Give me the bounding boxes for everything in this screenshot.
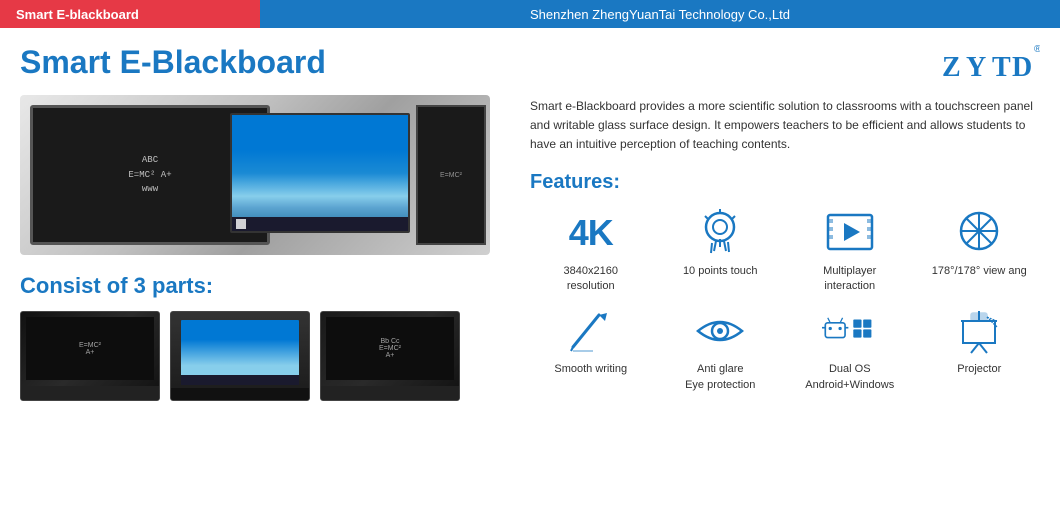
page-title: Smart E-Blackboard xyxy=(20,44,500,81)
feature-4k-label: 3840x2160 resolution xyxy=(564,264,618,295)
feature-view-label: 178°/178° view ang xyxy=(932,264,1027,279)
feature-4k: 4K 3840x2160 resolution xyxy=(530,208,652,295)
feature-multiplayer: Multiplayer interaction xyxy=(789,208,911,295)
icon-4k: 4K xyxy=(563,208,619,258)
feature-projector-label: Projector xyxy=(957,362,1001,377)
view-angle-icon xyxy=(951,208,1007,258)
feature-os-label: Dual OS Android+Windows xyxy=(805,362,894,393)
logo-area: Z Y T D ® xyxy=(530,44,1040,89)
main-content: Smart E-Blackboard ABCE=MC² A+www E=MC² … xyxy=(0,28,1060,530)
writing-icon xyxy=(563,306,619,356)
right-column: Z Y T D ® Smart e-Blackboard provides a … xyxy=(520,44,1040,520)
right-panel-sim: E=MC² xyxy=(416,105,486,245)
part-screen-taskbar xyxy=(181,375,299,385)
logo-svg: Z Y T D ® xyxy=(940,44,1040,84)
part-writing-sim: Bb CcE=MC²A+ xyxy=(326,317,454,380)
consist-title: Consist of 3 parts: xyxy=(20,273,500,299)
feature-projector: Projector xyxy=(919,306,1041,393)
feature-touch-label: 10 points touch xyxy=(683,264,758,279)
part-stand xyxy=(171,388,309,400)
feature-eye-label: Anti glare Eye protection xyxy=(685,362,755,393)
part-blackboard-sim: E=MC²A+ xyxy=(26,317,154,380)
multiplayer-icon xyxy=(822,208,878,258)
logo: Z Y T D ® xyxy=(940,44,1040,89)
eye-icon xyxy=(692,306,748,356)
features-title: Features: xyxy=(530,171,1040,194)
taskbar-sim xyxy=(232,217,408,231)
feature-view-angle: 178°/178° view ang xyxy=(919,208,1041,295)
header-company-text: Shenzhen ZhengYuanTai Technology Co.,Ltd xyxy=(530,7,790,22)
blackboard-sim-text: ABCE=MC² A+www xyxy=(128,153,171,196)
part-image-1: E=MC²A+ xyxy=(20,311,160,401)
win-icon xyxy=(236,219,246,229)
os-icon xyxy=(822,306,878,356)
feature-multiplayer-label: Multiplayer interaction xyxy=(823,264,876,295)
svg-text:Y: Y xyxy=(966,52,986,83)
feature-os: Dual OS Android+Windows xyxy=(789,306,911,393)
part-image-3: Bb CcE=MC²A+ xyxy=(320,311,460,401)
header-company: Shenzhen ZhengYuanTai Technology Co.,Ltd xyxy=(260,0,1060,28)
svg-text:Z: Z xyxy=(942,52,961,83)
feature-writing-label: Smooth writing xyxy=(554,362,627,377)
feature-writing: Smooth writing xyxy=(530,306,652,393)
windows-screen-sim xyxy=(230,113,410,233)
product-description: Smart e-Blackboard provides a more scien… xyxy=(530,97,1040,155)
features-grid: 4K 3840x2160 resolution xyxy=(530,208,1040,394)
projector-icon xyxy=(951,306,1007,356)
parts-row: E=MC²A+ Bb CcE=MC²A+ xyxy=(20,311,500,401)
part-image-2 xyxy=(170,311,310,401)
feature-eye: Anti glare Eye protection xyxy=(660,306,782,393)
feature-touch: 10 points touch xyxy=(660,208,782,295)
left-column: Smart E-Blackboard ABCE=MC² A+www E=MC² … xyxy=(20,44,520,520)
part-screen-sim xyxy=(181,320,299,385)
header-brand-text: Smart E-blackboard xyxy=(16,7,139,22)
part-base-3 xyxy=(321,386,459,400)
header-bar: Smart E-blackboard Shenzhen ZhengYuanTai… xyxy=(0,0,1060,28)
svg-text:T: T xyxy=(992,52,1011,83)
main-product-image: ABCE=MC² A+www E=MC² xyxy=(20,95,490,255)
touch-icon xyxy=(692,208,748,258)
part-base xyxy=(21,386,159,400)
svg-text:D: D xyxy=(1012,52,1032,83)
svg-text:®: ® xyxy=(1034,44,1040,55)
header-brand: Smart E-blackboard xyxy=(0,0,260,28)
